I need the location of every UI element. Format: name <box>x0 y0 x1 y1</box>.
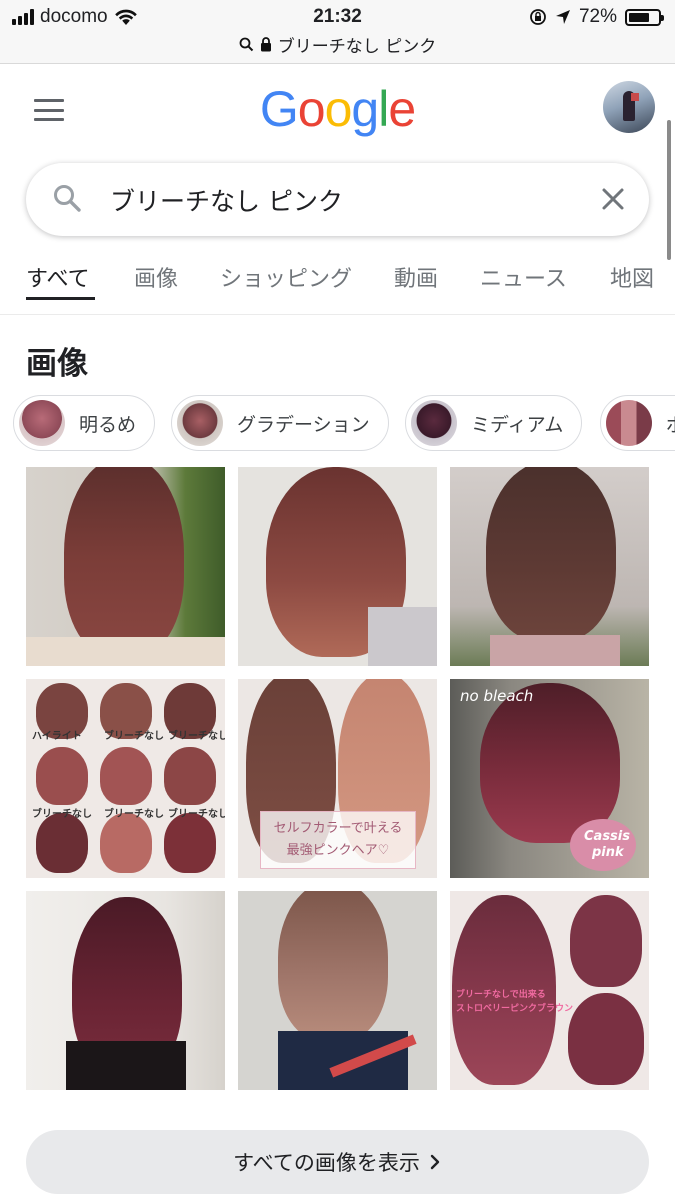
close-icon[interactable] <box>599 185 627 213</box>
tab-images[interactable]: 画像 <box>134 261 178 293</box>
image-result-8[interactable] <box>238 891 437 1090</box>
tile-caption: ブリーチなし <box>168 731 225 742</box>
avatar[interactable] <box>603 81 655 133</box>
show-all-images-label: すべての画像を表示 <box>233 1151 420 1175</box>
chip-bright[interactable]: 明るめ <box>13 395 156 451</box>
search-query[interactable]: ブリーチなし ピンク <box>110 182 343 218</box>
show-all-images-button[interactable]: すべての画像を表示 <box>26 1130 649 1194</box>
tile-caption: ブリーチなしで出来る <box>456 990 546 1000</box>
image-result-3[interactable] <box>450 467 649 666</box>
chevron-right-icon <box>430 1154 440 1170</box>
chip-label: 明るめ <box>79 413 137 436</box>
chip-thumbnail <box>411 400 457 446</box>
scrollbar[interactable] <box>667 120 671 260</box>
image-result-5[interactable]: セルフカラーで叶える 最強ピンクヘア♡ <box>238 679 437 878</box>
active-tab-indicator <box>26 297 95 300</box>
chip-thumbnail <box>606 400 652 446</box>
orientation-lock-icon <box>530 9 546 25</box>
chip-gradation[interactable]: グラデーション <box>171 395 389 451</box>
tab-all[interactable]: すべて <box>26 261 90 293</box>
logo-letter: o <box>297 81 326 137</box>
tab-maps[interactable]: 地図 <box>610 261 654 293</box>
tile-caption: ブリーチなし <box>32 809 92 820</box>
search-icon[interactable] <box>52 183 82 213</box>
logo-letter: g <box>351 81 379 137</box>
tile-caption: Cassis <box>584 829 630 844</box>
chip-medium[interactable]: ミディアム <box>405 395 583 451</box>
status-bar: docomo 21:32 72% ブリーチなし ピンク <box>0 0 675 64</box>
chip-thumbnail <box>19 400 65 446</box>
chip-bob[interactable]: ボ <box>600 395 675 451</box>
tab-shopping[interactable]: ショッピング <box>220 261 352 293</box>
logo-letter: l <box>378 81 389 137</box>
refinement-chips: 明るめ グラデーション ミディアム ボ <box>12 394 675 454</box>
battery-icon <box>625 8 664 26</box>
image-result-9[interactable]: ブリーチなしで出来る ストロベリーピンクブラウン <box>450 891 649 1090</box>
lock-icon <box>260 37 271 52</box>
logo-letter: e <box>388 81 416 137</box>
tab-videos[interactable]: 動画 <box>394 261 438 293</box>
search-input[interactable]: ブリーチなし ピンク <box>26 163 649 236</box>
tile-caption: pink <box>592 845 624 860</box>
image-result-4[interactable]: ハイライト ブリーチなし ブリーチなし ブリーチなし ブリーチなし ブリーチなし <box>26 679 225 878</box>
logo-letter: G <box>259 81 299 137</box>
status-right: 72% <box>529 6 664 28</box>
url-text: ブリーチなし ピンク <box>277 37 437 57</box>
chip-label: ミディアム <box>471 413 564 436</box>
images-section-title: 画像 <box>26 346 88 382</box>
search-icon <box>239 37 254 52</box>
chip-label: グラデーション <box>237 413 370 436</box>
chip-label: ボ <box>666 410 675 437</box>
logo-letter: o <box>324 81 353 137</box>
tile-overlay-caption: セルフカラーで叶える 最強ピンクヘア♡ <box>260 811 416 869</box>
location-icon <box>555 10 570 24</box>
tile-caption: ブリーチなし <box>104 809 164 820</box>
chip-thumbnail <box>177 400 223 446</box>
tile-caption: ブリーチなし <box>104 731 164 742</box>
tile-caption: no bleach <box>460 687 534 705</box>
tab-news[interactable]: ニュース <box>480 261 567 293</box>
search-tabs: すべて 画像 ショッピング 動画 ニュース 地図 <box>0 255 675 315</box>
tile-caption: ハイライト <box>32 731 82 742</box>
url-bar[interactable]: ブリーチなし ピンク <box>0 32 675 57</box>
image-result-6[interactable]: no bleach Cassis pink <box>450 679 649 878</box>
image-grid: ハイライト ブリーチなし ブリーチなし ブリーチなし ブリーチなし ブリーチなし… <box>26 467 649 1090</box>
overlay-line-2: 最強ピンクヘア♡ <box>286 843 390 858</box>
overlay-line-1: セルフカラーで叶える <box>273 821 403 836</box>
google-logo[interactable]: Google <box>0 80 675 138</box>
tile-caption: ストロベリーピンクブラウン <box>456 1004 574 1014</box>
image-result-7[interactable] <box>26 891 225 1090</box>
image-result-2[interactable] <box>238 467 437 666</box>
battery-percent: 72% <box>578 6 617 27</box>
tile-caption: ブリーチなし <box>168 809 225 820</box>
image-result-1[interactable] <box>26 467 225 666</box>
